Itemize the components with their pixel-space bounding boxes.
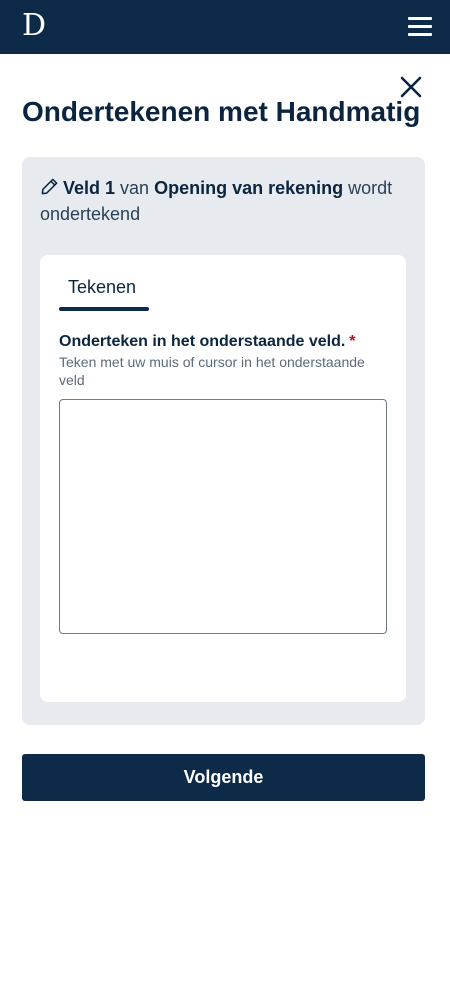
signature-help-text: Teken met uw muis of cursor in het onder… xyxy=(59,354,365,388)
top-navigation-bar: D xyxy=(0,0,450,54)
tab-label: Tekenen xyxy=(68,277,137,297)
field-name: Veld 1 xyxy=(63,178,116,198)
signature-label-text: Onderteken in het onderstaande veld. xyxy=(59,333,346,350)
signature-canvas[interactable] xyxy=(59,399,387,634)
hamburger-menu-icon[interactable] xyxy=(404,13,436,41)
page-title: Ondertekenen met Handmatig xyxy=(22,96,421,127)
menu-line xyxy=(408,25,432,28)
logo[interactable]: D xyxy=(22,9,46,43)
menu-line xyxy=(408,33,432,36)
active-tab-indicator xyxy=(59,307,149,311)
signing-description: Veld 1 van Opening van rekening wordt on… xyxy=(40,175,412,227)
text-van: van xyxy=(120,178,150,198)
document-name: Opening van rekening xyxy=(154,178,344,198)
next-button[interactable]: Volgende xyxy=(22,754,425,801)
signature-card: Tekenen Onderteken in het onderstaande v… xyxy=(40,255,406,702)
signing-panel: Veld 1 van Opening van rekening wordt on… xyxy=(22,157,425,725)
menu-line xyxy=(408,17,432,20)
pencil-icon xyxy=(40,177,59,196)
tab-tekenen[interactable]: Tekenen xyxy=(58,271,150,313)
required-marker: * xyxy=(349,333,356,350)
signature-field-label: Onderteken in het onderstaande veld. * xyxy=(59,333,356,351)
